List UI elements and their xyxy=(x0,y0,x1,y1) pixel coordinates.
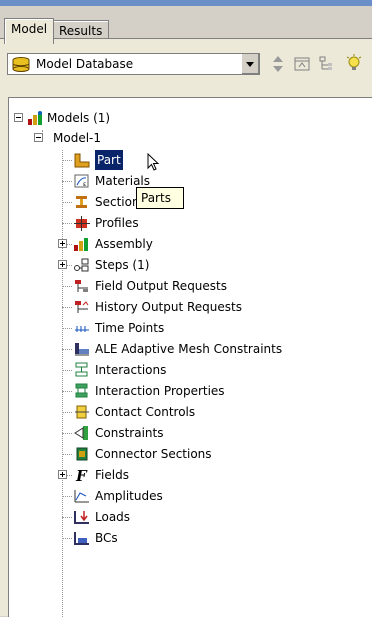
assembly-icon xyxy=(74,238,88,251)
connector-icon xyxy=(76,447,88,461)
tree-item-steps[interactable]: Steps (1) xyxy=(9,255,209,275)
tree-item-bcs[interactable]: BCs xyxy=(9,528,209,548)
bcs-icon xyxy=(74,532,89,545)
tree-item-connector-sections[interactable]: Connector Sections xyxy=(9,444,269,464)
model-tree: Models (1) Model-1 Part ε Materials Sect… xyxy=(8,97,372,617)
tree-connector xyxy=(67,244,72,245)
tree-item-label: Connector Sections xyxy=(95,447,212,461)
tree-item-label: BCs xyxy=(95,531,118,545)
expand-icon[interactable] xyxy=(58,260,67,269)
tree-connector xyxy=(62,370,72,371)
tree-connector xyxy=(62,391,72,392)
tree-item-label: Assembly xyxy=(95,237,153,251)
collapse-icon[interactable] xyxy=(34,133,43,142)
database-icon xyxy=(12,57,30,72)
tree-item-label: Steps (1) xyxy=(95,258,150,272)
section-icon xyxy=(76,196,87,208)
expand-icon[interactable] xyxy=(58,239,67,248)
tree-item-label: Contact Controls xyxy=(95,405,196,419)
tree-item-time-points[interactable]: Time Points xyxy=(9,318,269,338)
model-label: Model-1 xyxy=(53,131,101,145)
loads-icon xyxy=(74,511,89,524)
history-output-icon xyxy=(75,301,89,313)
tree-item-fields[interactable]: F Fields xyxy=(9,465,209,485)
svg-text:F: F xyxy=(75,467,88,483)
tree-item-label: Interaction Properties xyxy=(95,384,225,398)
constraints-icon xyxy=(74,426,88,440)
updown-arrows-icon[interactable] xyxy=(268,53,288,75)
svg-text:ε: ε xyxy=(83,181,86,188)
tree-connector xyxy=(62,160,72,161)
tree-item-label: Constraints xyxy=(95,426,164,440)
tree-item-interaction-properties[interactable]: Interaction Properties xyxy=(9,381,269,401)
tree-item-label: History Output Requests xyxy=(95,300,242,314)
tree-item-label: Time Points xyxy=(95,321,165,335)
tree-item-parts[interactable]: Part xyxy=(9,150,209,170)
tree-connector xyxy=(67,265,72,266)
filter-tree-icon[interactable] xyxy=(317,53,337,75)
contact-controls-icon xyxy=(75,405,89,419)
tree-model-1[interactable]: Model-1 xyxy=(9,128,209,148)
tree-item-label: Part xyxy=(95,150,123,170)
tree-item-profiles[interactable]: Profiles xyxy=(9,213,209,233)
tree-item-history-output[interactable]: History Output Requests xyxy=(9,297,269,317)
tree-toolbar: Model Database xyxy=(0,39,372,87)
tree-connector xyxy=(62,538,72,539)
mouse-cursor-icon xyxy=(147,153,160,171)
combo-value: Model Database xyxy=(36,57,134,71)
tree-item-label: Field Output Requests xyxy=(95,279,228,293)
tree-connector xyxy=(62,181,72,182)
model-tree-panel: Model Database Models (1) Model-1 Part ε… xyxy=(0,38,372,617)
bulb-icon[interactable] xyxy=(344,53,364,75)
tree-item-amplitudes[interactable]: Amplitudes xyxy=(9,486,209,506)
time-points-icon xyxy=(75,326,89,332)
tree-connector xyxy=(62,517,72,518)
tree-item-loads[interactable]: Loads xyxy=(9,507,209,527)
ale-icon xyxy=(75,343,89,356)
tree-connector xyxy=(62,349,72,350)
amplitudes-icon xyxy=(74,490,89,503)
material-icon: ε xyxy=(74,174,89,188)
chevron-down-icon[interactable] xyxy=(241,54,259,74)
tree-item-label: Profiles xyxy=(95,216,139,230)
tree-connector xyxy=(62,286,72,287)
tree-item-field-output[interactable]: Field Output Requests xyxy=(9,276,269,296)
expand-tree-icon[interactable] xyxy=(292,53,312,75)
field-output-icon xyxy=(75,280,88,292)
tree-item-ale[interactable]: ALE Adaptive Mesh Constraints xyxy=(9,339,309,359)
tab-model[interactable]: Model xyxy=(4,18,55,44)
tree-connector xyxy=(62,412,72,413)
interactions-icon xyxy=(75,362,88,377)
expand-icon[interactable] xyxy=(58,470,67,479)
models-icon xyxy=(28,111,42,125)
tree-connector xyxy=(62,496,72,497)
profile-icon xyxy=(74,216,90,231)
parts-tooltip: Parts xyxy=(136,187,184,209)
tree-item-assembly[interactable]: Assembly xyxy=(9,234,209,254)
tree-item-label: Loads xyxy=(95,510,131,524)
steps-icon xyxy=(74,258,89,272)
tree-item-interactions[interactable]: Interactions xyxy=(9,360,269,380)
tree-root-label: Models (1) xyxy=(47,111,111,125)
tree-connector xyxy=(62,202,72,203)
fields-icon: F xyxy=(75,467,88,483)
tree-connector xyxy=(62,433,72,434)
tree-item-label: ALE Adaptive Mesh Constraints xyxy=(95,342,283,356)
tree-connector xyxy=(62,328,72,329)
interaction-props-icon xyxy=(75,383,88,398)
tree-connector xyxy=(67,475,72,476)
tree-item-label: Amplitudes xyxy=(95,489,163,503)
tree-connector xyxy=(62,307,72,308)
tree-item-label: Fields xyxy=(95,468,129,482)
tree-connector xyxy=(62,454,72,455)
tree-item-label: Interactions xyxy=(95,363,167,377)
collapse-icon[interactable] xyxy=(14,113,23,122)
tree-item-constraints[interactable]: Constraints xyxy=(9,423,269,443)
tree-connector xyxy=(62,223,72,224)
part-icon xyxy=(74,153,90,168)
database-combo[interactable]: Model Database xyxy=(7,53,260,75)
tree-item-contact-controls[interactable]: Contact Controls xyxy=(9,402,269,422)
tree-root-models[interactable]: Models (1) xyxy=(9,108,209,128)
